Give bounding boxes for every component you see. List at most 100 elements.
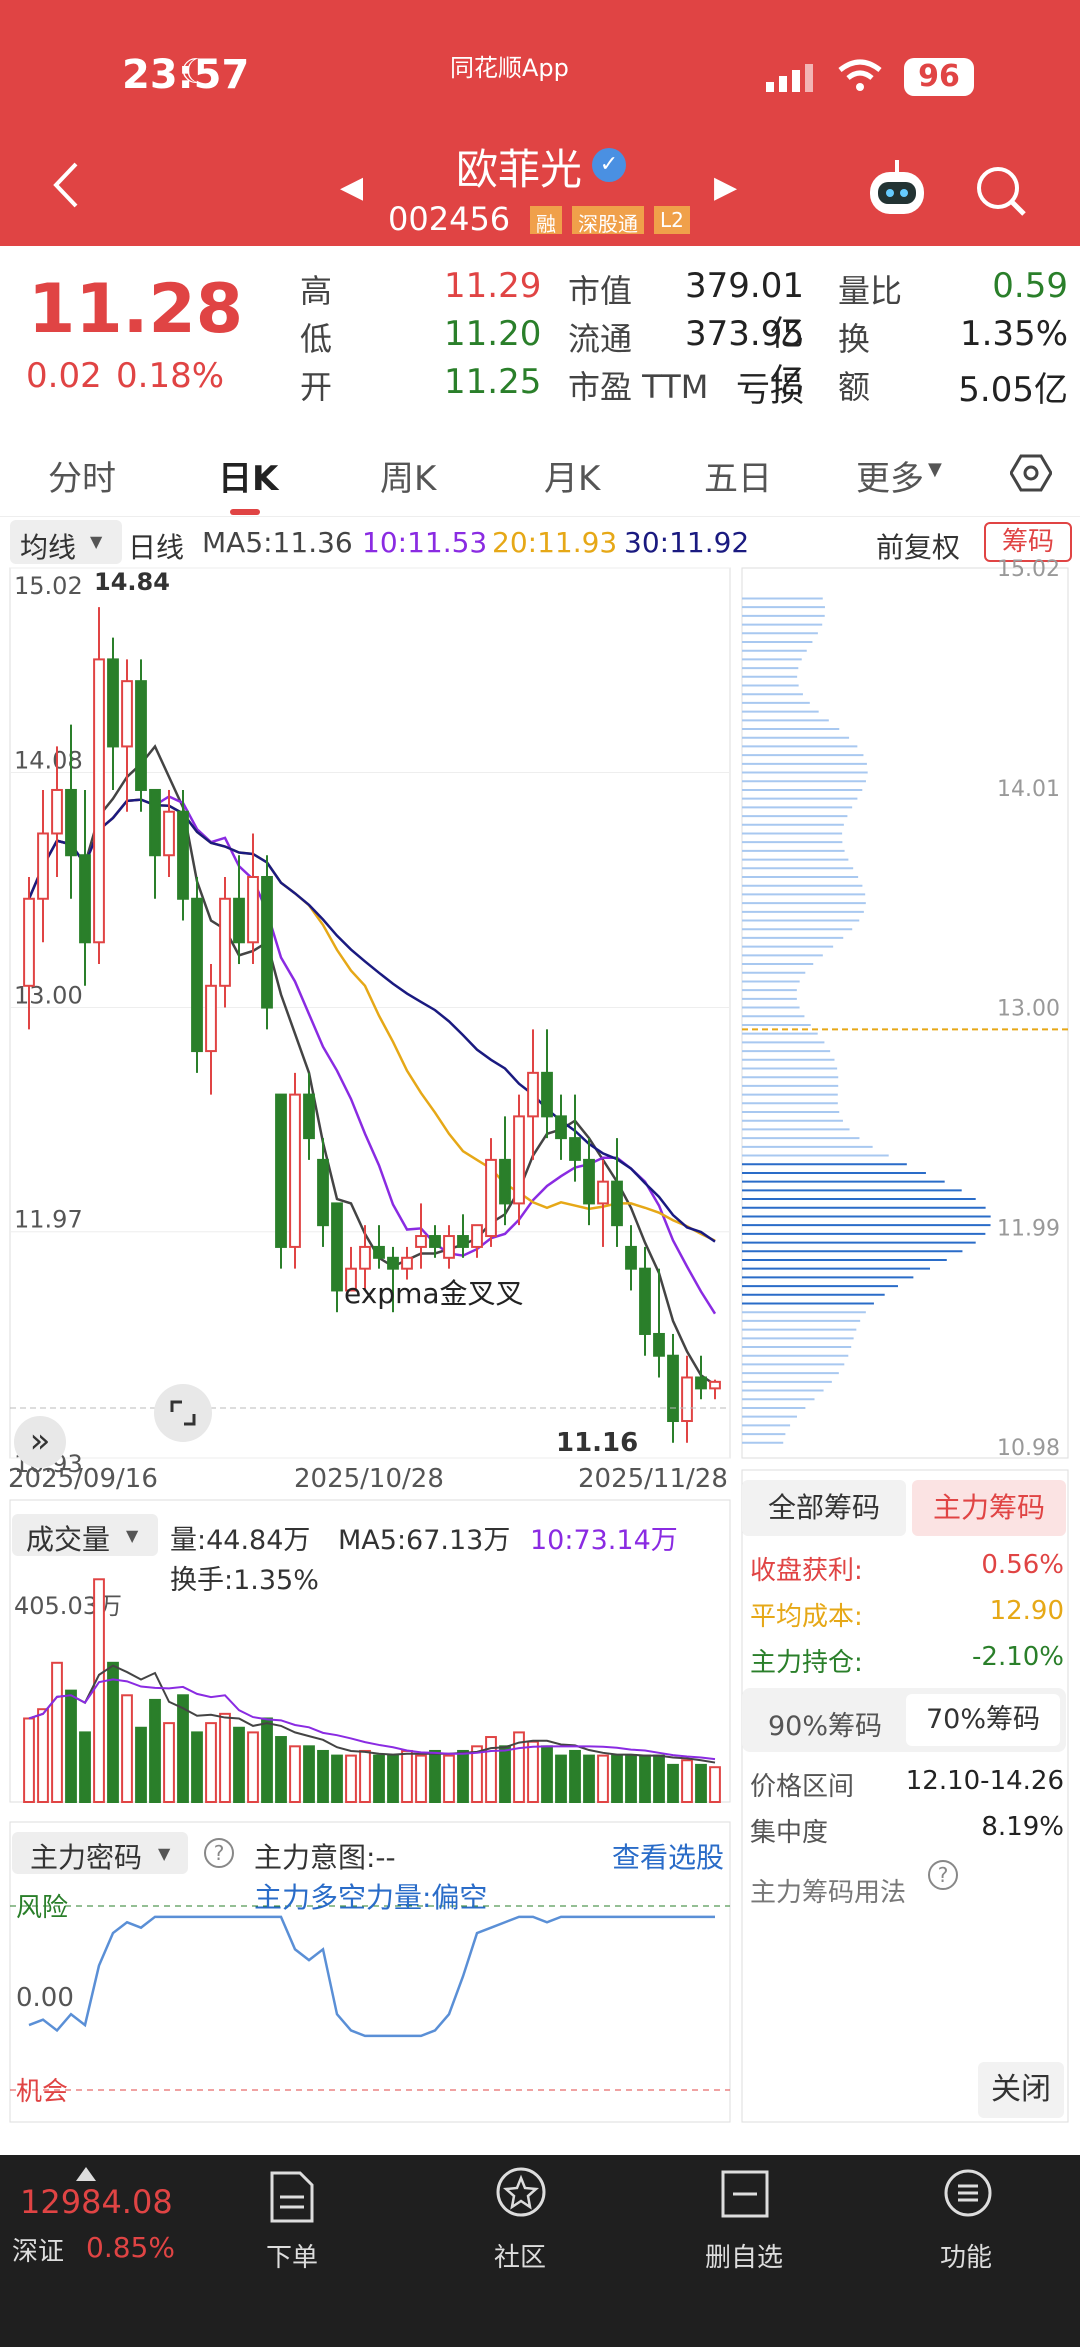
chevron-down-icon: ▼	[126, 1526, 139, 1545]
candle-body	[401, 1256, 413, 1270]
volume-bar	[499, 1745, 511, 1803]
candle-body	[695, 1376, 707, 1390]
candle-body	[149, 788, 161, 857]
fullscreen-icon[interactable]	[154, 1384, 212, 1442]
volume-value: 量:44.84万	[170, 1525, 311, 1556]
indicator-title: 主力密码	[30, 1841, 143, 1874]
chip-y-tick: 15.02	[997, 557, 1060, 582]
chip-stat-value: -2.10%	[972, 1642, 1064, 1672]
volume-bar	[233, 1726, 245, 1804]
candle-body	[37, 832, 49, 900]
indicator-intent: 主力意图:--	[254, 1841, 396, 1874]
volume-bar	[429, 1749, 441, 1803]
chip-y-tick: 10.98	[997, 1436, 1060, 1461]
all-chips-tab[interactable]: 全部筹码	[742, 1480, 906, 1536]
ma10-line	[27, 795, 717, 1315]
help-icon[interactable]: ?	[928, 1860, 958, 1890]
chip-range-label: 价格区间	[750, 1772, 855, 1802]
chip-stat-value: 12.90	[989, 1596, 1064, 1626]
candle-body	[93, 658, 105, 944]
chip-y-tick: 14.01	[997, 777, 1060, 802]
chip-90-option[interactable]: 90%筹码	[768, 1704, 882, 1743]
candle-body	[653, 1332, 665, 1357]
chip-range-value: 12.10-14.26	[905, 1766, 1064, 1796]
index-value[interactable]: 12984.08	[20, 2183, 173, 2221]
volume-bar	[177, 1694, 189, 1804]
candle-body	[415, 1235, 427, 1248]
volume-bar	[345, 1754, 357, 1803]
chip-70-option[interactable]: 70%筹码	[906, 1694, 1060, 1746]
volume-bar	[51, 1661, 63, 1804]
chip-stat-label: 主力持仓:	[750, 1648, 863, 1678]
chip-range-value: 8.19%	[981, 1812, 1064, 1842]
volume-ma10: 10:73.14万	[530, 1525, 678, 1556]
index-arrow-icon	[76, 2167, 96, 2181]
candle-body	[709, 1380, 721, 1390]
volume-bar	[289, 1745, 301, 1803]
volume-bar	[639, 1754, 651, 1803]
expand-icon[interactable]: »	[14, 1416, 66, 1468]
chip-stat-label: 收盘获利:	[750, 1556, 863, 1586]
chart-canvas: 15.0214.0813.0011.9710.9315.0214.0113.00…	[9, 557, 1069, 2123]
volume-bar	[569, 1749, 581, 1803]
volume-bar	[191, 1731, 203, 1804]
zero-label: 0.00	[16, 1983, 74, 2013]
community-icon	[496, 2167, 546, 2217]
candle-body	[65, 788, 77, 857]
volume-bar	[695, 1763, 707, 1804]
volume-bar	[23, 1717, 35, 1803]
kline-y-tick: 11.97	[14, 1206, 83, 1234]
candle-body	[625, 1245, 637, 1270]
order-icon	[270, 2171, 314, 2223]
main-chips-tab[interactable]: 主力筹码	[912, 1480, 1066, 1536]
candle-body	[247, 875, 259, 944]
volume-bar	[303, 1745, 315, 1803]
volume-bar	[443, 1754, 455, 1803]
volume-title: 成交量	[26, 1523, 111, 1556]
volume-bar	[387, 1754, 399, 1803]
turnover: 换手:1.35%	[170, 1565, 319, 1596]
volume-bar	[527, 1740, 539, 1804]
candle-body	[681, 1376, 693, 1423]
min-price-label: 11.16	[556, 1428, 639, 1458]
indicator-line	[28, 1915, 715, 2038]
volume-bar	[205, 1722, 217, 1803]
date-start: 2025/09/16	[8, 1464, 158, 1494]
candle-body	[191, 897, 203, 1053]
candle-body	[289, 1093, 301, 1248]
candle-body	[23, 897, 35, 987]
volume-bar	[653, 1754, 665, 1803]
candle-body	[219, 897, 231, 987]
index-pct: 0.85%	[86, 2231, 175, 2264]
candle-body	[205, 984, 217, 1053]
volume-bar	[471, 1745, 483, 1803]
volume-bar	[93, 1578, 105, 1804]
candle-body	[317, 1158, 329, 1227]
candle-body	[387, 1256, 399, 1270]
menu-circle-icon	[944, 2169, 992, 2217]
candle-body	[527, 1071, 539, 1118]
volume-y-tick: 405.03万	[14, 1592, 122, 1620]
candle-body	[303, 1093, 315, 1140]
view-stock-pick-link[interactable]: 查看选股	[612, 1836, 724, 1876]
candle-body	[471, 1224, 483, 1248]
candle-body	[163, 810, 175, 857]
index-name: 深证	[12, 2237, 65, 2267]
candle-body	[121, 680, 133, 748]
minus-square-icon	[721, 2170, 769, 2218]
close-button[interactable]: 关闭	[978, 2062, 1064, 2118]
volume-bar	[681, 1759, 693, 1803]
candle-body	[639, 1267, 651, 1335]
volume-bar	[611, 1754, 623, 1803]
candle-body	[107, 658, 119, 748]
volume-bar	[555, 1754, 567, 1803]
help-icon[interactable]: ?	[204, 1838, 234, 1868]
chance-label: 机会	[16, 2077, 68, 2107]
candle-body	[275, 1093, 287, 1248]
volume-bar	[163, 1722, 175, 1803]
risk-label: 风险	[16, 1893, 68, 1923]
candle-body	[597, 1180, 609, 1205]
volume-bar	[149, 1698, 161, 1804]
volume-bar	[317, 1749, 329, 1803]
date-end: 2025/11/28	[578, 1464, 728, 1494]
